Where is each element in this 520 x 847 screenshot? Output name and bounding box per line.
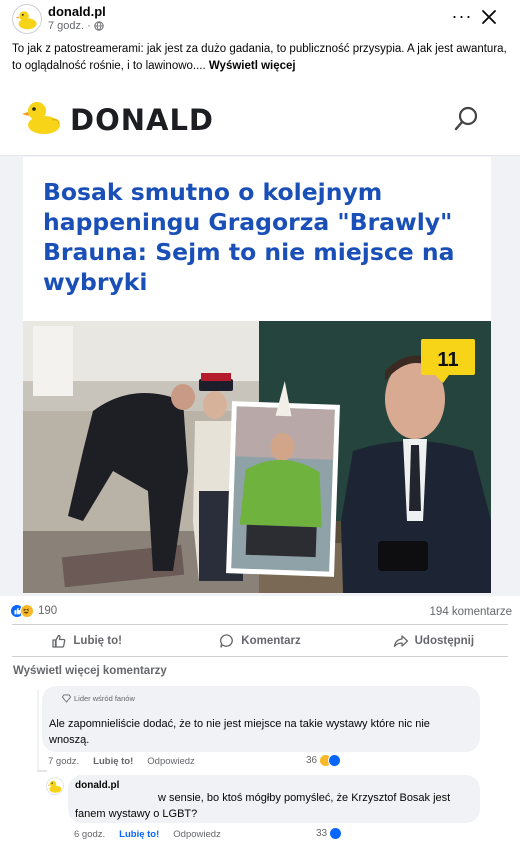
- comment-button[interactable]: Komentarz: [173, 628, 346, 654]
- comment-reactions[interactable]: 36: [306, 754, 342, 767]
- site-logo-text: DONALD: [70, 103, 214, 137]
- page-name[interactable]: donald.pl: [48, 4, 106, 19]
- post-time[interactable]: 7 godz. ·: [48, 20, 91, 32]
- post-timestamp[interactable]: 7 godz. ·: [48, 20, 104, 32]
- page-avatar[interactable]: [12, 4, 42, 34]
- haha-reaction-icon: [20, 604, 34, 618]
- fan-badge-label: Lider wśród fanów: [74, 694, 135, 703]
- like-reaction-icon: [329, 827, 343, 840]
- duck-logo-icon: [15, 11, 37, 30]
- like-button[interactable]: Lubię to!: [0, 628, 173, 654]
- site-header: DONALD: [0, 80, 520, 156]
- share-icon: [393, 635, 408, 648]
- thread-line: [37, 690, 39, 770]
- article-headline: Bosak smutno o kolejnym happeningu Grago…: [43, 178, 455, 296]
- reply-time[interactable]: 6 godz.: [74, 829, 105, 840]
- reaction-count: 190: [38, 605, 58, 617]
- comment-bubble: Lider wśród fanów Ale zapomnieliście dod…: [42, 686, 480, 752]
- comments-count[interactable]: 194 komentarze: [430, 606, 512, 618]
- reply-reply-button[interactable]: Odpowiedz: [173, 829, 221, 840]
- post-text: To jak z patostreamerami: jak jest za du…: [12, 41, 512, 75]
- duck-logo-icon: [47, 780, 62, 793]
- post-actions: Lubię to! Komentarz Udostępnij: [0, 628, 520, 654]
- badge-number: 11: [437, 349, 458, 371]
- reply-like-button[interactable]: Lubię to!: [119, 829, 159, 840]
- comment-reaction-count: 36: [306, 755, 318, 766]
- comment-label: Komentarz: [241, 635, 301, 647]
- comment-text: Ale zapomnieliście dodać, że to nie jest…: [49, 718, 430, 746]
- like-reaction-icon: [328, 754, 342, 767]
- fan-badge: Lider wśród fanów: [62, 694, 135, 703]
- close-icon[interactable]: [478, 6, 500, 28]
- reply-reactions[interactable]: 33: [316, 827, 343, 840]
- duck-logo-icon: [22, 102, 60, 134]
- reaction-summary[interactable]: 190: [10, 604, 57, 618]
- reply-text: w sensie, bo ktoś mógłby pomyśleć, że Kr…: [75, 792, 451, 820]
- comment-icon: [220, 634, 234, 648]
- reply-reaction-count: 33: [316, 828, 328, 839]
- search-icon: [454, 106, 478, 131]
- reply-meta: 6 godz. Lubię to! Odpowiedz: [74, 829, 235, 840]
- share-button[interactable]: Udostępnij: [347, 628, 520, 654]
- diamond-badge-icon: [62, 694, 71, 703]
- post-header: donald.pl 7 godz. · ···: [0, 0, 520, 40]
- like-label: Lubię to!: [73, 635, 122, 647]
- comment-meta: 7 godz. Lubię to! Odpowiedz: [48, 756, 209, 767]
- see-more-link[interactable]: Wyświetl więcej: [209, 60, 296, 72]
- thumbs-up-icon: [52, 634, 66, 648]
- globe-icon: [94, 21, 104, 31]
- reply-avatar[interactable]: [46, 777, 64, 795]
- reply-bubble: donald.pl w sensie, bo ktoś mógłby pomyś…: [68, 775, 480, 823]
- divider: [12, 656, 508, 657]
- article-photo: 11: [23, 321, 491, 593]
- comment-like-button[interactable]: Lubię to!: [93, 756, 133, 767]
- comment-reply-button[interactable]: Odpowiedz: [147, 756, 195, 767]
- view-more-comments-link[interactable]: Wyświetl więcej komentarzy: [13, 665, 167, 677]
- comment-time[interactable]: 7 godz.: [48, 756, 79, 767]
- thread-line: [37, 770, 47, 772]
- divider: [12, 624, 508, 625]
- article-card: Bosak smutno o kolejnym happeningu Grago…: [23, 157, 491, 593]
- more-options-button[interactable]: ···: [450, 7, 474, 28]
- share-label: Udostępnij: [414, 635, 475, 647]
- article-preview[interactable]: DONALD Bosak smutno o kolejnym happening…: [0, 80, 520, 596]
